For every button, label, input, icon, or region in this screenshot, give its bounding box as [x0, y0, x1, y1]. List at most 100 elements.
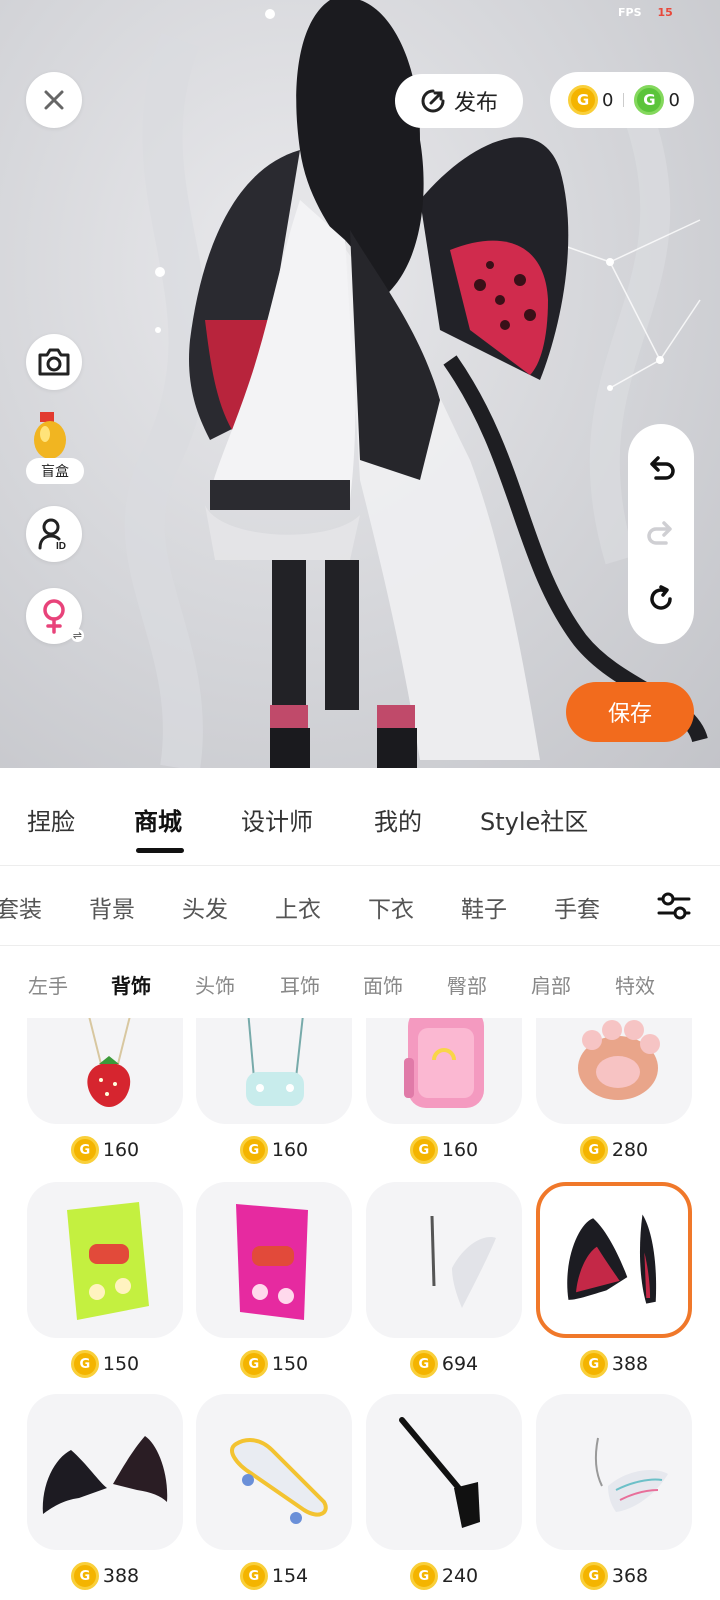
pink-backpack-icon: [404, 1018, 484, 1108]
category-top[interactable]: 上衣: [275, 890, 321, 924]
gold-coin-icon: G: [579, 1562, 608, 1590]
fps-counter: FPS 15: [618, 6, 673, 19]
publish-button[interactable]: 发布: [395, 74, 523, 128]
tab-shop[interactable]: 商城: [134, 802, 182, 837]
subtab-face-accessory[interactable]: 面饰: [363, 970, 403, 999]
feather-wing-icon: [594, 1437, 668, 1512]
item-thumbnail: [27, 1182, 183, 1338]
item-price: G 240: [366, 1556, 522, 1596]
gold-coin-icon: G: [70, 1562, 99, 1590]
close-button[interactable]: [26, 72, 82, 128]
item-thumbnail: [196, 1018, 352, 1124]
category-suit[interactable]: 套装: [0, 890, 42, 924]
id-button[interactable]: ID: [26, 506, 82, 562]
black-bat-wings-icon: [42, 1436, 168, 1514]
item-price-value: 240: [441, 1565, 479, 1587]
item-card[interactable]: G 160: [366, 1018, 522, 1170]
strawberry-bag-icon: [87, 1018, 131, 1107]
item-card[interactable]: G 388: [27, 1394, 183, 1596]
camera-icon: [38, 348, 70, 376]
history-controls: [628, 424, 694, 644]
item-card[interactable]: G 240: [366, 1394, 522, 1596]
category-gloves[interactable]: 手套: [554, 890, 600, 924]
item-thumbnail: [536, 1394, 692, 1550]
item-thumbnail: [536, 1018, 692, 1124]
subtab-left-hand[interactable]: 左手: [28, 970, 68, 999]
category-background[interactable]: 背景: [89, 890, 135, 924]
item-card[interactable]: G 368: [536, 1394, 692, 1596]
reset-icon[interactable]: [646, 584, 676, 614]
item-card[interactable]: G 150: [27, 1182, 183, 1384]
subtab-hip[interactable]: 臀部: [447, 970, 487, 999]
fps-label: FPS: [618, 6, 642, 19]
tab-style-community[interactable]: Style社区: [480, 802, 588, 837]
green-chips-icon: [67, 1202, 149, 1320]
item-card[interactable]: G 388: [536, 1182, 692, 1384]
item-card[interactable]: G 150: [196, 1182, 352, 1384]
save-button[interactable]: 保存: [566, 682, 694, 742]
subtab-earring[interactable]: 耳饰: [280, 970, 320, 999]
currency-balance[interactable]: G 0 G 0: [550, 72, 694, 128]
item-card[interactable]: G 694: [366, 1182, 522, 1384]
item-price-value: 160: [441, 1139, 479, 1161]
item-price: G 388: [536, 1344, 692, 1384]
gold-coin-icon: G: [239, 1350, 268, 1378]
category-hair[interactable]: 头发: [182, 890, 228, 924]
item-thumbnail: [366, 1182, 522, 1338]
blindbox-button[interactable]: 盲盒: [26, 412, 84, 484]
item-grid: G 160 G 160 G 160 G 280 G 150 G 150 G 69…: [0, 1018, 720, 1600]
item-thumbnail: [27, 1018, 183, 1124]
red-devil-wings-icon: [567, 1214, 657, 1304]
item-thumbnail: [366, 1018, 522, 1124]
gender-toggle-button[interactable]: ⇌: [26, 588, 84, 644]
gold-coin-icon: G: [70, 1350, 99, 1378]
item-price-value: 280: [611, 1139, 649, 1161]
green-balance: 0: [668, 89, 680, 111]
fps-value: 15: [657, 6, 673, 19]
currency-divider: [623, 93, 625, 107]
tab-mine[interactable]: 我的: [374, 802, 422, 837]
item-card[interactable]: G 160: [27, 1018, 183, 1170]
gold-coin-icon: G: [568, 85, 598, 115]
redo-icon[interactable]: [646, 519, 676, 549]
item-card[interactable]: G 280: [536, 1018, 692, 1170]
paw-icon: [578, 1020, 660, 1100]
category-bottom[interactable]: 下衣: [368, 890, 414, 924]
black-sling-bag-icon: [399, 1417, 480, 1528]
subtab-back-accessory[interactable]: 背饰: [111, 970, 151, 999]
undo-icon[interactable]: [646, 454, 676, 484]
pink-chips-icon: [236, 1204, 308, 1320]
publish-icon: [421, 89, 445, 113]
gold-coin-icon: G: [409, 1350, 438, 1378]
filter-icon[interactable]: [656, 888, 692, 924]
category-shoes[interactable]: 鞋子: [461, 890, 507, 924]
gold-coin-icon: G: [409, 1562, 438, 1590]
item-card[interactable]: G 154: [196, 1394, 352, 1596]
gold-coin-icon: G: [239, 1562, 268, 1590]
item-price: G 694: [366, 1344, 522, 1384]
item-price: G 154: [196, 1556, 352, 1596]
tab-designer[interactable]: 设计师: [241, 802, 313, 837]
swap-icon: ⇌: [70, 629, 84, 642]
gold-coin-icon: G: [579, 1136, 608, 1164]
item-thumbnail-selected: [536, 1182, 692, 1338]
item-card[interactable]: G 160: [196, 1018, 352, 1170]
camera-button[interactable]: [26, 334, 82, 390]
main-tab-bar: 捏脸 商城 设计师 我的 Style社区: [0, 768, 720, 866]
white-wing-icon: [430, 1215, 496, 1308]
subtab-headwear[interactable]: 头饰: [195, 970, 235, 999]
subtab-shoulder[interactable]: 肩部: [531, 970, 571, 999]
gold-balance: 0: [602, 89, 614, 111]
item-thumbnail: [27, 1394, 183, 1550]
tab-face[interactable]: 捏脸: [27, 802, 75, 837]
item-price: G 280: [536, 1130, 692, 1170]
female-icon: [43, 599, 65, 634]
gold-coin-icon: G: [70, 1136, 99, 1164]
avatar-viewport[interactable]: FPS 15 发布 G 0 G 0 盲盒 ID ⇌ 保存: [0, 0, 720, 768]
item-price: G 160: [27, 1130, 183, 1170]
item-thumbnail: [196, 1182, 352, 1338]
item-price-value: 160: [271, 1139, 309, 1161]
subtab-effects[interactable]: 特效: [615, 970, 655, 999]
item-price: G 150: [196, 1344, 352, 1384]
subcategory-tab-bar: 左手 背饰 头饰 耳饰 面饰 臀部 肩部 特效: [0, 946, 720, 1018]
